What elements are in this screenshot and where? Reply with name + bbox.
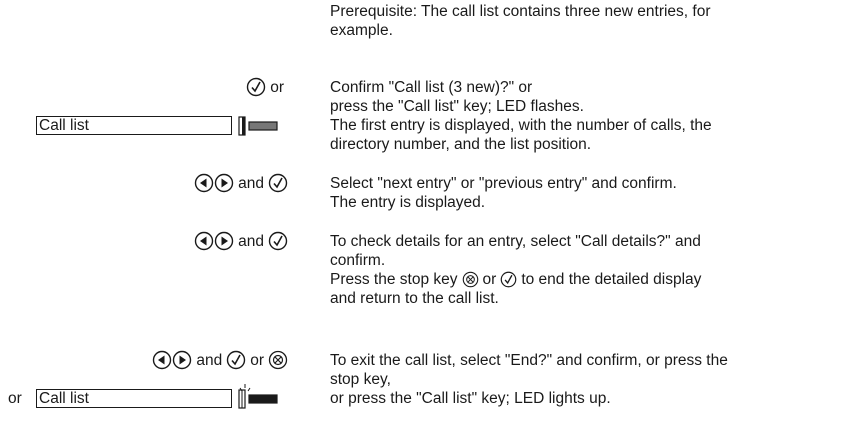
- or-text: or: [250, 351, 264, 369]
- step1-text: Confirm "Call list (3 new)?" or press th…: [330, 79, 712, 153]
- left-arrow-icon: [194, 173, 214, 193]
- stop-icon: [268, 350, 288, 370]
- confirm-icon: [268, 231, 288, 251]
- right-arrow-icon: [214, 231, 234, 251]
- left-arrow-icon: [194, 231, 214, 251]
- and-text: and: [238, 174, 264, 192]
- right-arrow-icon: [172, 350, 192, 370]
- confirm-icon: [500, 271, 517, 288]
- left-arrow-icon: [152, 350, 172, 370]
- step2-left: and: [194, 173, 288, 193]
- prerequisite-text: Prerequisite: The call list contains thr…: [330, 3, 711, 39]
- confirm-icon: [226, 350, 246, 370]
- confirm-icon: [268, 173, 288, 193]
- or-text: or: [270, 78, 284, 96]
- right-arrow-icon: [214, 173, 234, 193]
- step4-text: To exit the call list, select "End?" and…: [330, 352, 728, 407]
- step3-line3: Press the stop key or to end the detaile…: [330, 271, 702, 288]
- step2-text: Select "next entry" or "previous entry" …: [330, 175, 677, 211]
- step3-left: and: [194, 231, 288, 251]
- step4-left: and or: [152, 350, 288, 370]
- step3-text: To check details for an entry, select "C…: [330, 233, 702, 307]
- call-list-key[interactable]: Call list: [36, 389, 232, 408]
- and-text: and: [196, 351, 223, 369]
- confirm-icon: [246, 77, 266, 97]
- stop-icon: [462, 271, 479, 288]
- led-off-icon: [238, 116, 278, 136]
- call-list-key[interactable]: Call list: [36, 116, 232, 135]
- led-lit-icon: [238, 383, 278, 409]
- and-text: and: [238, 232, 264, 250]
- or-prefix: or: [8, 390, 22, 407]
- step1-left: or: [246, 77, 288, 97]
